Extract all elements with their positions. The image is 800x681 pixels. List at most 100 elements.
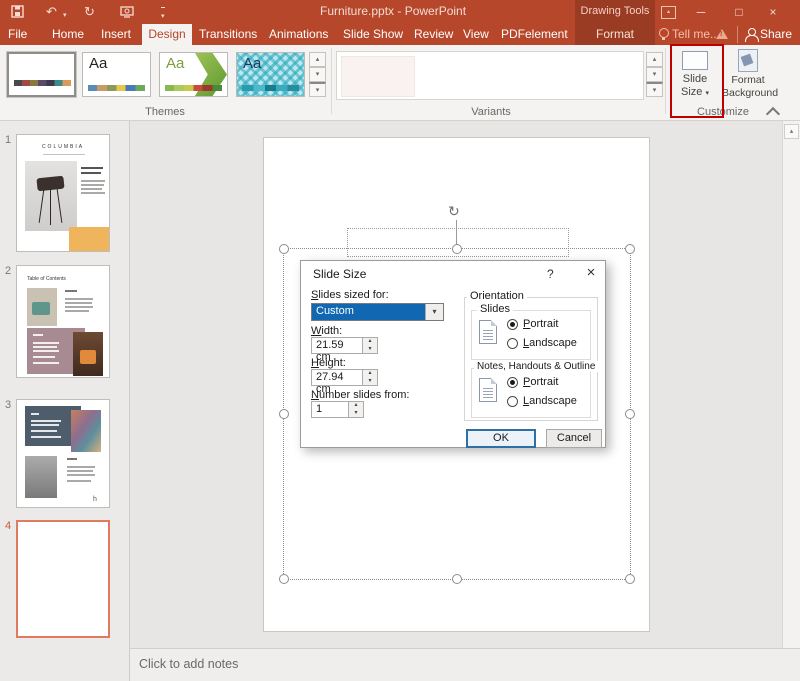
spin-up-icon[interactable]: ▴ (363, 370, 377, 378)
slides-portrait-option[interactable]: Portrait (507, 318, 558, 330)
theme-thumbnail-2[interactable]: Aa (82, 52, 151, 97)
text-line (65, 290, 77, 292)
notes-group-label: Notes, Handouts & Outline (474, 361, 599, 372)
tab-view[interactable]: View (463, 27, 489, 41)
notes-portrait-option[interactable]: Portrait (507, 376, 558, 388)
selection-handle[interactable] (625, 574, 635, 584)
tab-design[interactable]: Design (142, 24, 192, 45)
selection-handle[interactable] (279, 409, 289, 419)
dialog-help-icon[interactable]: ? (547, 267, 554, 281)
thumbnail-photo (25, 456, 57, 498)
cancel-button[interactable]: Cancel (546, 429, 602, 448)
ok-button[interactable]: OK (466, 429, 536, 448)
tab-review[interactable]: Review (414, 27, 453, 41)
text-line (33, 356, 55, 358)
sized-for-label: Slides sized for: (311, 289, 389, 301)
variants-more-icon[interactable]: ▾ (646, 82, 663, 97)
dropdown-arrow-icon[interactable]: ▾ (425, 304, 443, 320)
slides-landscape-option[interactable]: Landscape (507, 337, 577, 349)
slide-number: 1 (5, 134, 12, 146)
format-background-button[interactable]: Format Background (722, 47, 778, 109)
customize-qat-icon[interactable]: ▾ (161, 7, 165, 25)
slide-thumbnail-4-selected[interactable] (16, 520, 110, 638)
radio-icon[interactable] (507, 337, 518, 349)
notes-pane[interactable]: Click to add notes (130, 648, 800, 681)
ribbon: Aa Aa Aa ▴ ▾ ▾ Themes ▴ ▾ ▾ Variants Sli… (0, 44, 800, 122)
scroll-up-icon[interactable]: ▴ (784, 124, 799, 139)
width-label: Width: (311, 325, 343, 337)
variant-thumbnail[interactable] (341, 56, 415, 97)
vertical-scrollbar[interactable]: ▴ (782, 121, 800, 648)
spin-up-icon[interactable]: ▴ (349, 402, 363, 410)
themes-scroll-up-icon[interactable]: ▴ (309, 52, 326, 67)
format-background-label-line2: Background (722, 87, 779, 99)
width-input[interactable]: 21.59 cm (311, 337, 363, 363)
text-line (67, 480, 91, 482)
variants-scroll-down-icon[interactable]: ▾ (646, 67, 663, 82)
tab-slide-show[interactable]: Slide Show (343, 27, 403, 41)
themes-scroll-down-icon[interactable]: ▾ (309, 67, 326, 82)
selection-handle[interactable] (279, 244, 289, 254)
thumbnail-art (80, 350, 96, 364)
slide-thumbnail-3[interactable]: h (16, 399, 110, 508)
selection-handle[interactable] (625, 409, 635, 419)
variants-gallery[interactable] (336, 51, 644, 100)
spin-down-icon[interactable]: ▾ (363, 378, 377, 386)
share-person-icon (745, 28, 759, 42)
sized-for-dropdown[interactable]: Custom ▾ (311, 303, 444, 321)
redo-icon[interactable]: ↻ (84, 3, 95, 20)
tell-me-box[interactable]: Tell me... (672, 27, 720, 41)
height-spinner: 27.94 cm ▴ ▾ (311, 369, 378, 395)
group-divider (331, 48, 332, 114)
text-line (33, 342, 59, 344)
theme-sample-text: Aa (243, 55, 262, 72)
selection-handle[interactable] (625, 244, 635, 254)
orientation-group: Orientation Slides Portrait Landscape No… (464, 290, 599, 421)
tab-pdfelement[interactable]: PDFelement (501, 27, 568, 41)
selection-handle[interactable] (452, 574, 462, 584)
start-slideshow-icon[interactable] (120, 5, 134, 22)
tab-file[interactable]: File (8, 27, 27, 41)
theme-sample-text: Aa (89, 55, 108, 72)
save-icon[interactable] (11, 5, 24, 22)
tab-home[interactable]: Home (52, 27, 84, 41)
minimize-icon[interactable]: ─ (692, 3, 710, 21)
close-icon[interactable]: × (764, 3, 782, 21)
radio-selected-icon[interactable] (507, 376, 518, 388)
share-button[interactable]: Share (760, 27, 792, 41)
thumbnail-mark-text: h (93, 496, 97, 503)
undo-dropdown-icon[interactable]: ▾ (63, 7, 67, 24)
text-line (81, 184, 104, 186)
spin-up-icon[interactable]: ▴ (363, 338, 377, 346)
ribbon-display-options-icon[interactable]: ▴ (661, 6, 676, 19)
tab-transitions[interactable]: Transitions (199, 27, 257, 41)
slide-editor: ↻ Slide Size ? × Slides sized for: Custo… (130, 121, 782, 648)
tab-animations[interactable]: Animations (269, 27, 328, 41)
warning-icon[interactable]: ! (716, 29, 728, 39)
dialog-close-icon[interactable]: × (582, 264, 600, 281)
notes-landscape-option[interactable]: Landscape (507, 395, 577, 407)
sized-for-value: Custom (312, 304, 425, 320)
number-input[interactable]: 1 (311, 401, 349, 418)
selection-handle[interactable] (452, 244, 462, 254)
radio-selected-icon[interactable] (507, 318, 518, 330)
rotate-handle-icon[interactable]: ↻ (448, 203, 460, 220)
height-input[interactable]: 27.94 cm (311, 369, 363, 395)
theme-thumbnail-4[interactable]: Aa (236, 52, 305, 97)
text-line (81, 167, 103, 169)
theme-thumbnail-current[interactable] (6, 51, 77, 98)
dialog-title: Slide Size (313, 267, 367, 281)
tab-insert[interactable]: Insert (101, 27, 131, 41)
slide-thumbnail-1[interactable]: COLUMBIA (16, 134, 110, 252)
theme-thumbnail-3[interactable]: Aa (159, 52, 228, 97)
selection-handle[interactable] (279, 574, 289, 584)
spin-down-icon[interactable]: ▾ (363, 346, 377, 354)
slide-thumbnail-2[interactable]: Table of Contents (16, 265, 110, 378)
spin-down-icon[interactable]: ▾ (349, 410, 363, 418)
tab-format[interactable]: Format (577, 27, 653, 41)
themes-more-icon[interactable]: ▾ (309, 82, 326, 97)
radio-icon[interactable] (507, 395, 518, 407)
variants-scroll-up-icon[interactable]: ▴ (646, 52, 663, 67)
undo-icon[interactable]: ↶ (46, 3, 57, 20)
maximize-icon[interactable]: □ (730, 3, 748, 21)
